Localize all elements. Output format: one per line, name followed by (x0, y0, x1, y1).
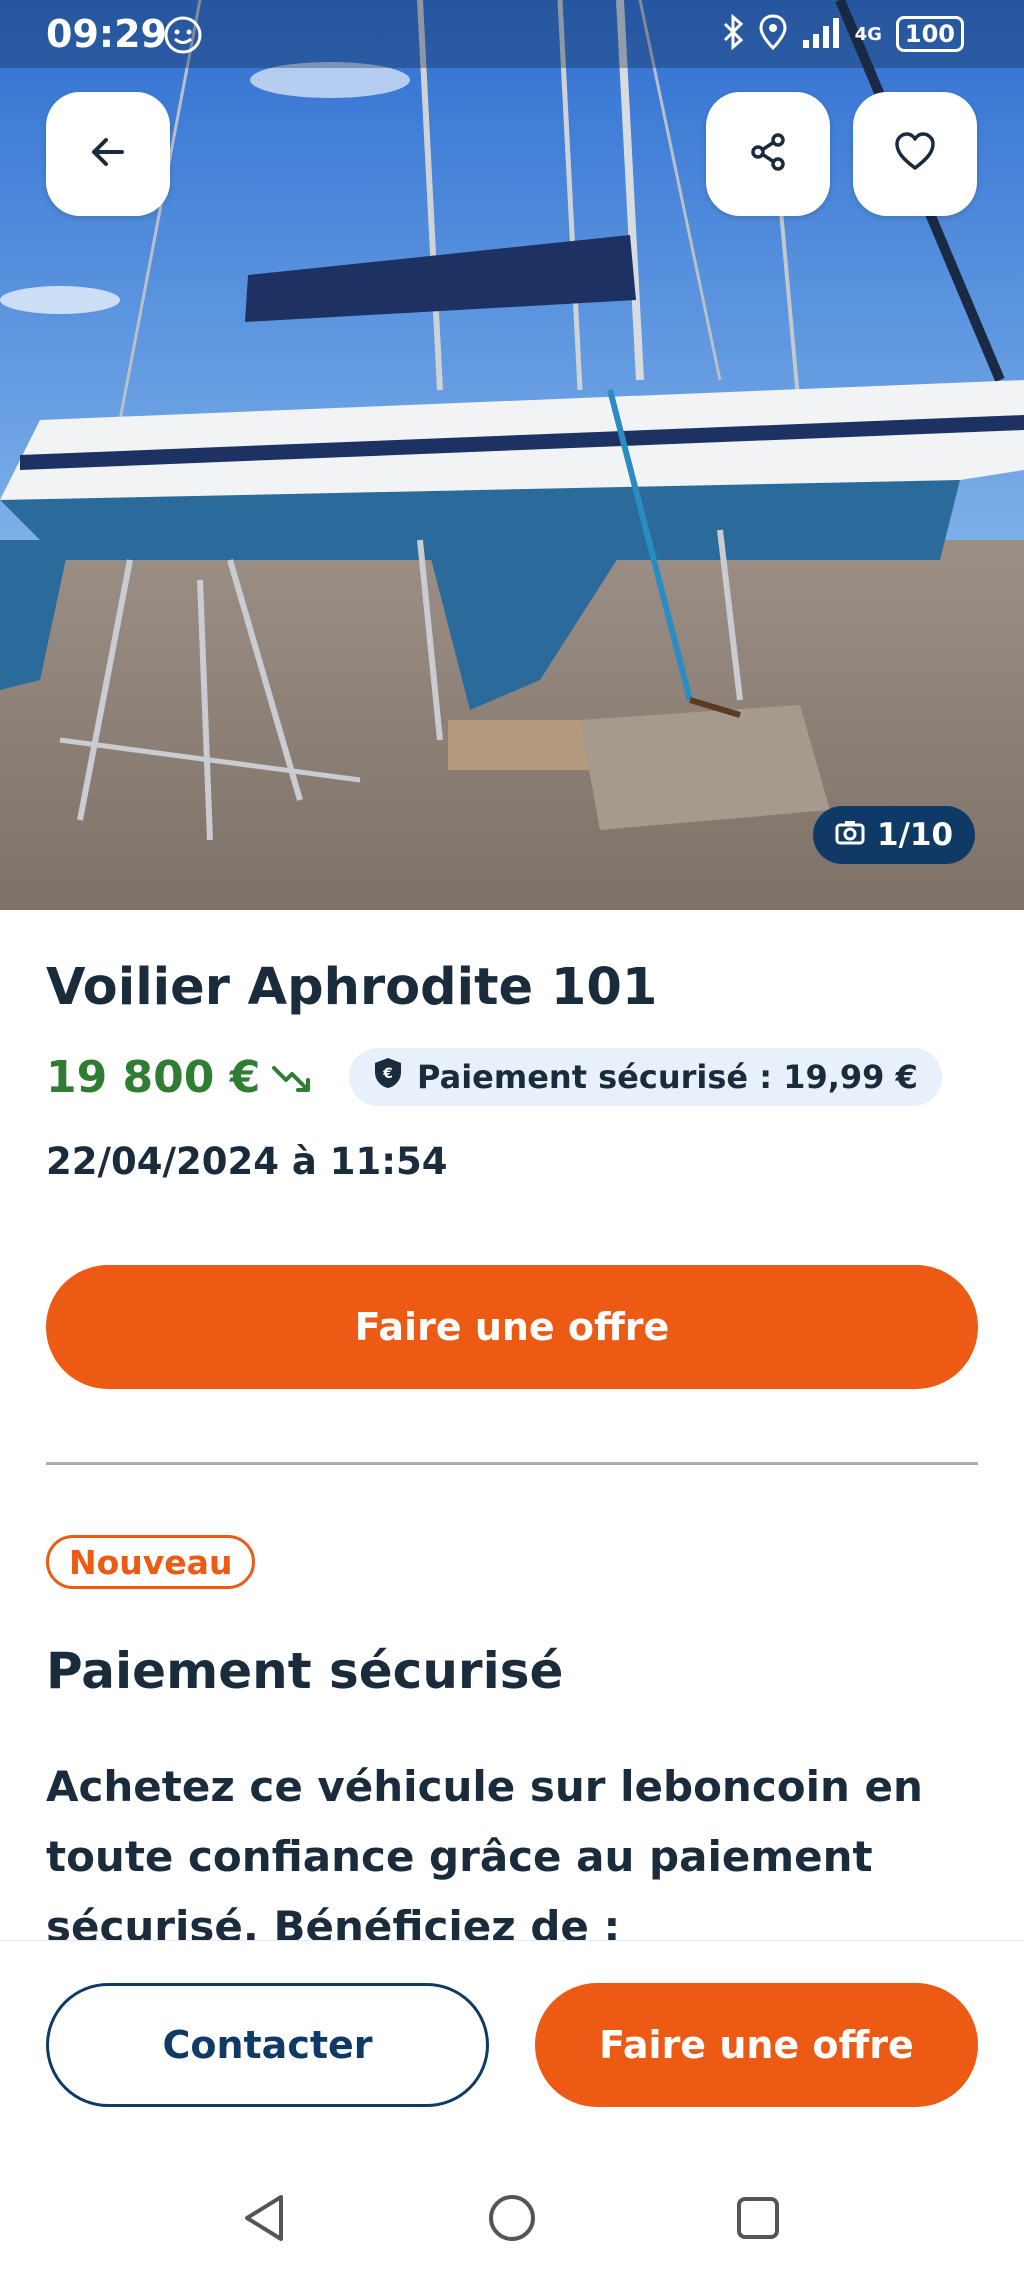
camera-icon (835, 817, 865, 853)
share-button[interactable] (706, 92, 830, 216)
assistant-face-icon (162, 14, 204, 60)
bottom-action-bar: Contacter Faire une offre (0, 1940, 1024, 2121)
listing-date: 22/04/2024 à 11:54 (46, 1140, 448, 1183)
location-icon (759, 14, 787, 54)
bottom-make-offer-button[interactable]: Faire une offre (535, 1983, 978, 2107)
favorite-button[interactable] (853, 92, 977, 216)
make-offer-button[interactable]: Faire une offre (46, 1265, 978, 1389)
nav-home-button[interactable] (482, 2190, 542, 2250)
back-button[interactable] (46, 92, 170, 216)
arrow-left-icon (86, 130, 130, 178)
contact-button[interactable]: Contacter (46, 1983, 489, 2107)
system-nav-bar (0, 2160, 1024, 2283)
bluetooth-icon (721, 13, 745, 54)
battery-icon: 100 (895, 16, 964, 52)
triangle-back-icon (241, 2193, 287, 2247)
listing-photo[interactable]: 09:29 4G 100 1/10 (0, 0, 1024, 910)
new-badge: Nouveau (46, 1535, 256, 1589)
nav-recents-button[interactable] (728, 2190, 788, 2250)
square-recents-icon (735, 2195, 781, 2245)
circle-home-icon (487, 2193, 537, 2247)
share-icon (746, 130, 790, 178)
divider (46, 1462, 978, 1465)
listing-title: Voilier Aphrodite 101 (46, 958, 658, 1017)
secure-payment-description: Achetez ce véhicule sur leboncoin en tou… (46, 1762, 923, 1942)
photo-counter: 1/10 (813, 806, 976, 864)
secure-payment-title: Paiement sécurisé (46, 1642, 564, 1700)
trend-down-icon (270, 1060, 314, 1100)
secure-payment-badge[interactable]: € Paiement sécurisé : 19,99 € (349, 1048, 942, 1106)
nav-back-button[interactable] (234, 2190, 294, 2250)
signal-icon (801, 16, 841, 52)
heart-icon (893, 130, 937, 178)
photo-counter-text: 1/10 (877, 817, 954, 853)
status-icons: 4G 100 (721, 13, 964, 54)
svg-text:€: € (382, 1066, 393, 1082)
listing-price: 19 800 € (46, 1052, 261, 1103)
status-bar: 09:29 4G 100 (0, 0, 1024, 68)
network-type: 4G (854, 23, 882, 45)
status-time: 09:29 (46, 12, 167, 56)
shield-euro-icon: € (373, 1056, 403, 1098)
secure-payment-text: Paiement sécurisé : 19,99 € (417, 1058, 918, 1096)
